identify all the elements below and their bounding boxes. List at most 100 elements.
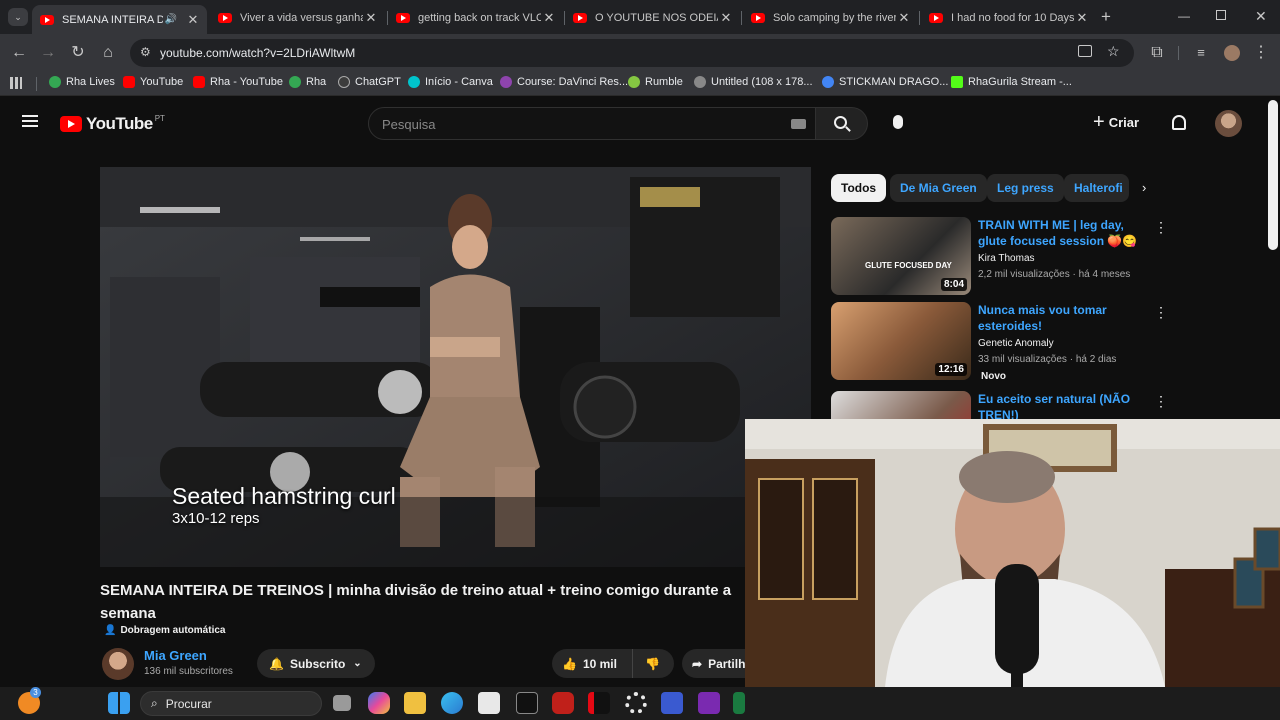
bookmark-item[interactable]: Início - Canva bbox=[408, 76, 493, 88]
video-thumbnail[interactable]: 12:16 bbox=[831, 302, 971, 380]
site-info-icon[interactable]: ⚙ bbox=[140, 45, 151, 59]
tab-separator bbox=[919, 11, 920, 25]
bookmark-item[interactable]: Rha Lives bbox=[49, 76, 115, 88]
search-button[interactable] bbox=[816, 107, 868, 140]
windows-start-icon[interactable] bbox=[108, 692, 130, 714]
share-label: Partilhar bbox=[708, 656, 745, 671]
forward-icon[interactable]: → bbox=[37, 42, 59, 64]
youtube-logo[interactable]: YouTube PT bbox=[60, 114, 165, 134]
speaker-icon[interactable]: 🔊 bbox=[163, 14, 179, 25]
more-options-icon[interactable]: ⋮ bbox=[1154, 219, 1168, 236]
shield-icon[interactable] bbox=[552, 692, 574, 714]
tab-close-icon[interactable]: ✕ bbox=[363, 10, 379, 26]
excel-icon[interactable] bbox=[733, 692, 745, 714]
copilot-icon[interactable] bbox=[368, 692, 390, 714]
browser-tab[interactable]: I had no food for 10 Days ✕ bbox=[921, 5, 1096, 30]
bookmark-label: Course: DaVinci Res... bbox=[517, 76, 629, 88]
edge-icon[interactable] bbox=[441, 692, 463, 714]
browser-tab[interactable]: Solo camping by the river ✕ bbox=[743, 5, 918, 30]
store-icon[interactable] bbox=[478, 692, 500, 714]
youtube-favicon-icon bbox=[573, 12, 587, 23]
browser-menu-icon[interactable]: ⋮ bbox=[1250, 42, 1272, 64]
dislike-button[interactable]: 👎 bbox=[632, 649, 674, 678]
video-thumbnail[interactable]: GLUTE FOCUSED DAY 8:04 bbox=[831, 217, 971, 295]
recommendation-item[interactable]: GLUTE FOCUSED DAY 8:04 TRAIN WITH ME | l… bbox=[831, 217, 1241, 297]
chip-from-channel[interactable]: De Mia Green bbox=[890, 174, 987, 202]
restore-icon[interactable] bbox=[1216, 10, 1226, 20]
taskbar-search[interactable]: ⌕ Procurar bbox=[140, 691, 322, 716]
browser-tab[interactable]: SEMANA INTEIRA DE T 🔊 ✕ bbox=[32, 5, 207, 34]
recommendation-title[interactable]: Eu aceito ser natural (NÃO TREN!) bbox=[978, 391, 1153, 419]
tab-search-icon[interactable]: ⌄ bbox=[8, 8, 28, 26]
tab-close-icon[interactable]: ✕ bbox=[718, 10, 734, 26]
search-input[interactable]: Pesquisa bbox=[368, 107, 816, 140]
hamburger-menu-icon[interactable] bbox=[22, 115, 38, 127]
youtube-favicon-icon bbox=[396, 12, 410, 23]
video-editor-icon[interactable] bbox=[661, 692, 683, 714]
browser-tab[interactable]: Viver a vida versus ganhar ✕ bbox=[210, 5, 385, 30]
recommendation-item[interactable]: Eu aceito ser natural (NÃO TREN!) ⋮ bbox=[831, 391, 1241, 419]
new-tab-icon[interactable]: + bbox=[1101, 7, 1111, 27]
like-button[interactable]: 👍 10 mil bbox=[552, 649, 632, 678]
webcam-feed bbox=[745, 419, 1280, 687]
netflix-icon[interactable] bbox=[588, 692, 610, 714]
chip-all[interactable]: Todos bbox=[831, 174, 887, 202]
tab-close-icon[interactable]: ✕ bbox=[1074, 10, 1090, 26]
window-close-icon[interactable]: ✕ bbox=[1255, 8, 1267, 25]
reload-icon[interactable]: ↻ bbox=[67, 42, 89, 64]
bookmark-item[interactable]: Rumble bbox=[628, 76, 683, 88]
install-app-icon[interactable] bbox=[1078, 45, 1092, 57]
recommendation-channel[interactable]: Kira Thomas bbox=[978, 253, 1035, 264]
bookmark-item[interactable]: Untitled (108 x 178... bbox=[694, 76, 813, 88]
page-scrollbar[interactable] bbox=[1268, 100, 1278, 250]
file-explorer-icon[interactable] bbox=[404, 692, 426, 714]
media-control-icon[interactable]: ≡ bbox=[1190, 42, 1212, 64]
extensions-icon[interactable]: ⧉ bbox=[1146, 42, 1168, 64]
bookmark-item[interactable]: STICKMAN DRAGO... bbox=[822, 76, 948, 88]
task-view-icon[interactable] bbox=[333, 695, 351, 711]
onenote-icon[interactable] bbox=[698, 692, 720, 714]
bookmark-item[interactable]: Rha bbox=[289, 76, 326, 88]
channel-avatar[interactable] bbox=[102, 648, 134, 680]
create-button[interactable]: + Criar bbox=[1093, 111, 1139, 133]
tab-close-icon[interactable]: ✕ bbox=[896, 10, 912, 26]
apps-grid-icon[interactable] bbox=[10, 77, 22, 89]
chip-leg-press[interactable]: Leg press bbox=[987, 174, 1064, 202]
bookmark-item[interactable]: YouTube bbox=[123, 76, 183, 88]
subscribed-button[interactable]: 🔔 Subscrito ⌄ bbox=[257, 649, 375, 678]
chevron-right-icon[interactable]: › bbox=[1142, 180, 1146, 195]
share-button[interactable]: ➦ Partilhar bbox=[682, 649, 745, 678]
channel-name[interactable]: Mia Green bbox=[144, 648, 207, 663]
profile-avatar-icon[interactable] bbox=[1224, 45, 1240, 61]
video-thumbnail[interactable] bbox=[831, 391, 971, 419]
back-icon[interactable]: ← bbox=[8, 42, 30, 64]
settings-gear-icon[interactable] bbox=[625, 692, 647, 714]
browser-tab[interactable]: getting back on track VLOG ✕ bbox=[388, 5, 563, 30]
video-player[interactable]: Seated hamstring curl 3x10-12 reps bbox=[100, 167, 811, 567]
browser-tab[interactable]: O YOUTUBE NOS ODEIA - ✕ bbox=[565, 5, 740, 30]
tab-close-icon[interactable]: ✕ bbox=[541, 10, 557, 26]
plus-icon: + bbox=[1093, 111, 1105, 133]
bookmark-item[interactable]: Rha - YouTube bbox=[193, 76, 283, 88]
bookmark-item[interactable]: Course: DaVinci Res... bbox=[500, 76, 628, 88]
recommendation-channel[interactable]: Genetic Anomaly bbox=[978, 338, 1054, 349]
tab-close-icon[interactable]: ✕ bbox=[185, 12, 201, 28]
notifications-bell-icon[interactable] bbox=[1172, 115, 1186, 130]
keyboard-icon[interactable] bbox=[791, 119, 806, 129]
video-overlay-subtitle: 3x10-12 reps bbox=[172, 510, 260, 527]
bookmark-star-icon[interactable]: ☆ bbox=[1107, 43, 1120, 60]
home-icon[interactable]: ⌂ bbox=[97, 42, 119, 64]
capcut-icon[interactable] bbox=[516, 692, 538, 714]
bookmark-item[interactable]: ChatGPT bbox=[338, 76, 401, 88]
account-avatar[interactable] bbox=[1215, 110, 1242, 137]
bookmark-item[interactable]: RhaGurila Stream -... bbox=[951, 76, 1072, 88]
chip-weightlifting[interactable]: Halterofi bbox=[1064, 174, 1129, 202]
microphone-icon[interactable] bbox=[893, 115, 903, 129]
minimize-icon[interactable]: — bbox=[1178, 9, 1190, 23]
recommendation-title[interactable]: TRAIN WITH ME | leg day, glute focused s… bbox=[978, 217, 1153, 249]
address-bar[interactable]: ⚙ youtube.com/watch?v=2LDriAWltwM ☆ bbox=[130, 39, 1134, 67]
recommendation-item[interactable]: 12:16 Nunca mais vou tomar esteroides! G… bbox=[831, 302, 1241, 386]
recommendation-title[interactable]: Nunca mais vou tomar esteroides! bbox=[978, 302, 1153, 334]
more-options-icon[interactable]: ⋮ bbox=[1154, 304, 1168, 321]
more-options-icon[interactable]: ⋮ bbox=[1154, 393, 1168, 410]
